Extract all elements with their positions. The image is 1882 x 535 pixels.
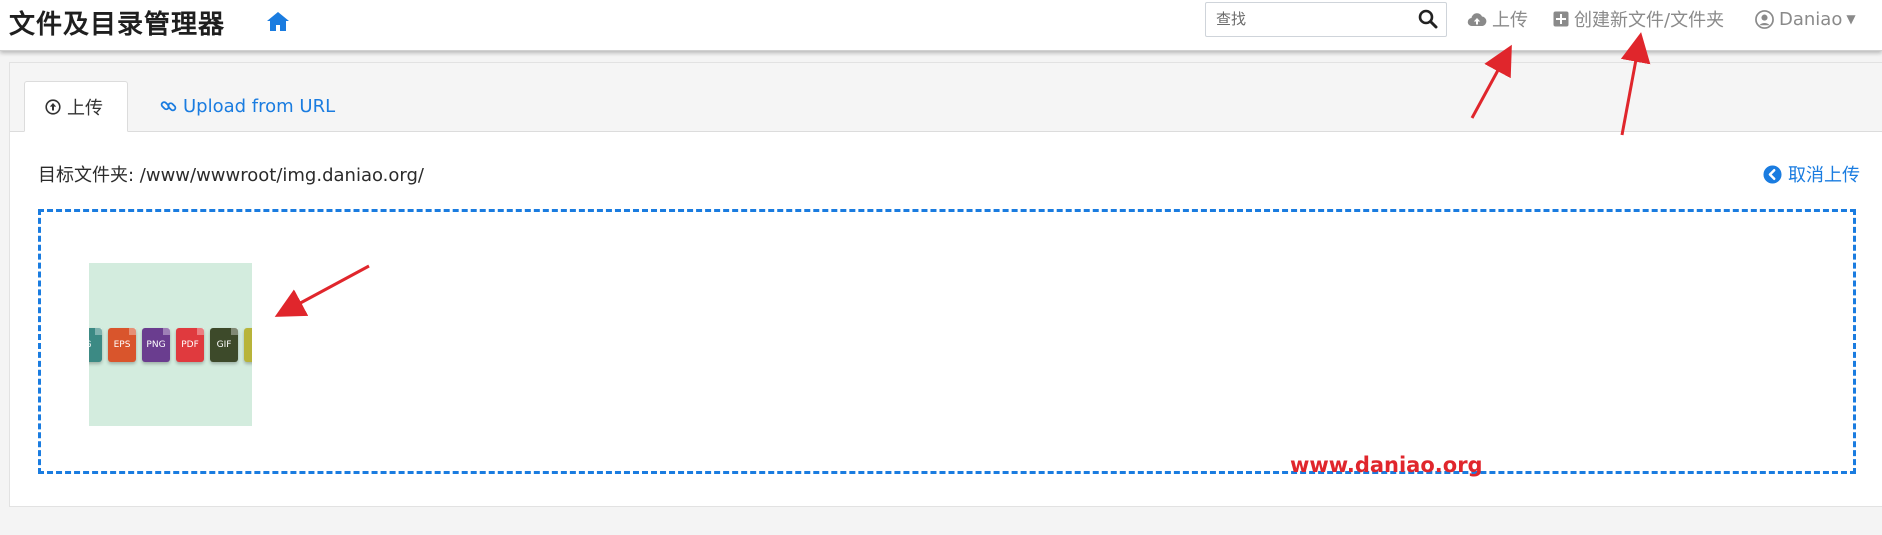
upload-button[interactable]: 上传: [1467, 7, 1528, 31]
file-type-icon: G: [89, 328, 102, 362]
file-type-icon: GIF: [210, 328, 238, 362]
top-navbar: 文件及目录管理器 上传 创建新文件/文件夹: [0, 0, 1882, 51]
circle-arrow-up-icon: [45, 98, 61, 115]
create-new-label: 创建新文件/文件夹: [1574, 10, 1725, 31]
file-type-icon: PNG: [142, 328, 170, 362]
cloud-upload-icon: [1467, 13, 1487, 27]
upload-card: 上传 Upload from URL 目标文件夹: /www/wwwroot/i…: [9, 62, 1882, 507]
home-icon[interactable]: [266, 10, 290, 32]
user-menu[interactable]: Daniao ▼: [1755, 7, 1856, 31]
watermark: www.daniao.org: [1290, 453, 1483, 477]
file-type-icon: BI: [244, 328, 252, 362]
user-circle-icon: [1755, 9, 1774, 29]
link-icon: [160, 100, 177, 111]
app-title: 文件及目录管理器: [9, 10, 226, 40]
tab-upload[interactable]: 上传: [24, 81, 128, 132]
search-box: [1205, 2, 1447, 37]
tab-url-label: Upload from URL: [183, 95, 336, 117]
cancel-upload-link[interactable]: 取消上传: [1763, 161, 1860, 187]
upload-dropzone[interactable]: GEPSPNGPDFGIFBI: [38, 209, 1856, 474]
search-input[interactable]: [1206, 3, 1411, 34]
upload-label: 上传: [1492, 10, 1528, 31]
target-folder-label: 目标文件夹: /www/wwwroot/img.daniao.org/: [38, 165, 424, 186]
chevron-down-icon: ▼: [1846, 12, 1856, 26]
tabs-bar: 上传 Upload from URL: [10, 63, 1882, 132]
tab-upload-from-url[interactable]: Upload from URL: [140, 81, 355, 131]
create-new-button[interactable]: 创建新文件/文件夹: [1553, 7, 1724, 31]
plus-square-icon: [1553, 11, 1569, 27]
chevron-circle-left-icon: [1763, 164, 1782, 184]
tab-upload-label: 上传: [67, 97, 103, 119]
user-name: Daniao: [1779, 8, 1843, 30]
file-type-icon: PDF: [176, 328, 204, 362]
search-icon[interactable]: [1418, 9, 1438, 29]
cancel-upload-label: 取消上传: [1788, 165, 1860, 186]
file-thumbnail[interactable]: GEPSPNGPDFGIFBI: [89, 263, 252, 426]
file-type-icon: EPS: [108, 328, 136, 362]
